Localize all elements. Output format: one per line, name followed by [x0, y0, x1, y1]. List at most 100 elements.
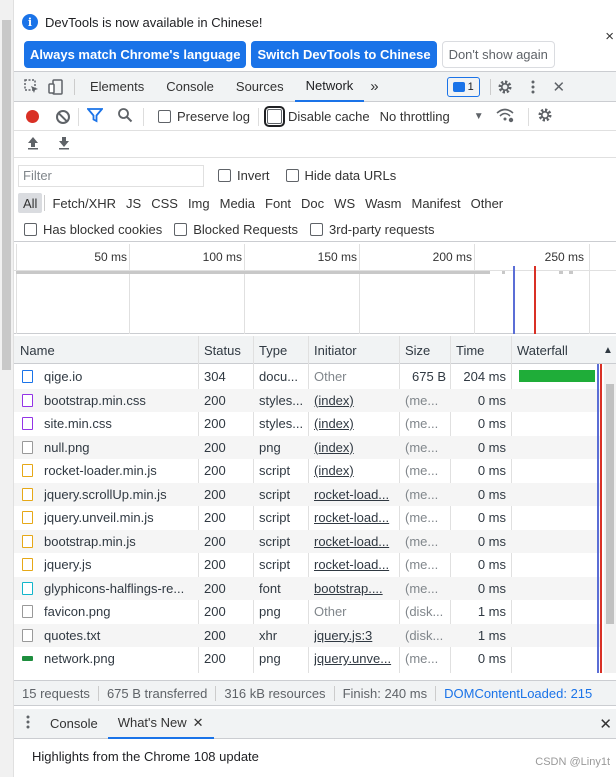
filter-funnel-icon[interactable]	[86, 107, 104, 126]
request-initiator[interactable]: rocket-load...	[314, 557, 396, 572]
tab-network[interactable]: Network	[294, 72, 365, 102]
table-row[interactable]: qige.io 304 docu... Other 675 B 204 ms	[14, 365, 600, 389]
table-row[interactable]: network.png 200 png jquery.unve... (me... 0 m…	[14, 647, 600, 671]
network-settings-gear-icon[interactable]	[537, 107, 553, 126]
header-type[interactable]: Type	[259, 343, 287, 358]
close-drawer-icon[interactable]: ✕	[599, 715, 612, 733]
request-initiator[interactable]: (index)	[314, 416, 396, 431]
import-har-icon[interactable]	[26, 136, 40, 153]
request-initiator[interactable]: jquery.js:3	[314, 628, 396, 643]
more-tabs-icon[interactable]: »	[364, 72, 384, 102]
page-scrollbar-thumb[interactable]	[2, 20, 11, 370]
issues-badge[interactable]: 1	[446, 76, 480, 97]
invert-checkbox[interactable]	[218, 169, 231, 182]
type-filter-manifest[interactable]: Manifest	[406, 193, 465, 213]
request-name[interactable]: favicon.png	[44, 604, 194, 619]
header-size[interactable]: Size	[405, 343, 430, 358]
type-filter-js[interactable]: JS	[121, 193, 146, 213]
export-har-icon[interactable]	[57, 136, 71, 153]
table-row[interactable]: jquery.unveil.min.js 200 script rocket-load…	[14, 506, 600, 530]
table-row[interactable]: quotes.txt 200 xhr jquery.js:3 (disk... 1 ms	[14, 623, 600, 647]
infobar-close-icon[interactable]: ×	[605, 28, 614, 45]
request-name[interactable]: qige.io	[44, 369, 194, 384]
drawer-tab-whats-new[interactable]: What's New ✕	[107, 709, 214, 739]
filter-input[interactable]: Filter	[18, 164, 204, 187]
tab-console[interactable]: Console	[155, 72, 225, 102]
third-party-requests-checkbox[interactable]	[310, 223, 324, 236]
table-row[interactable]: bootstrap.min.js 200 script rocket-load... (…	[14, 529, 600, 553]
timeline-overview[interactable]: 50 ms 100 ms 150 ms 200 ms 250 ms	[14, 244, 616, 334]
search-icon[interactable]	[117, 107, 133, 126]
type-filter-wasm[interactable]: Wasm	[360, 193, 406, 213]
request-name[interactable]: glyphicons-halflings-re...	[44, 581, 194, 596]
throttling-select[interactable]: No throttling	[380, 109, 450, 124]
sort-arrow-icon[interactable]: ▲	[603, 345, 613, 356]
preserve-log-checkbox[interactable]	[158, 110, 171, 123]
request-name[interactable]: jquery.unveil.min.js	[44, 510, 194, 525]
table-row[interactable]: jquery.js 200 script rocket-load... (me... 0 …	[14, 553, 600, 577]
table-row[interactable]: site.min.css 200 styles... (index) (me... 0 m…	[14, 412, 600, 436]
request-name[interactable]: network.png	[44, 651, 194, 666]
has-blocked-cookies-checkbox[interactable]	[24, 223, 37, 236]
request-name[interactable]: jquery.js	[44, 557, 194, 572]
type-filter-other[interactable]: Other	[466, 193, 509, 213]
clear-icon[interactable]	[56, 109, 70, 124]
request-name[interactable]: quotes.txt	[44, 628, 194, 643]
header-initiator[interactable]: Initiator	[314, 343, 357, 358]
table-row[interactable]: rocket-loader.min.js 200 script (index) (me.…	[14, 459, 600, 483]
table-scrollbar-thumb[interactable]	[606, 384, 614, 624]
request-name[interactable]: null.png	[44, 440, 194, 455]
type-filter-img[interactable]: Img	[183, 193, 215, 213]
tab-elements[interactable]: Elements	[79, 72, 155, 102]
tab-sources[interactable]: Sources	[225, 72, 295, 102]
page-scrollbar[interactable]	[0, 0, 14, 777]
request-initiator[interactable]: (index)	[314, 393, 396, 408]
header-waterfall[interactable]: Waterfall	[517, 343, 568, 358]
dont-show-again-button[interactable]: Don't show again	[441, 41, 555, 68]
type-filter-all[interactable]: All	[18, 193, 43, 213]
inspect-element-icon[interactable]	[22, 77, 42, 97]
request-name[interactable]: rocket-loader.min.js	[44, 463, 194, 478]
table-row[interactable]: bootstrap.min.css 200 styles... (index) (me.…	[14, 388, 600, 412]
close-tab-icon[interactable]: ✕	[193, 715, 204, 731]
request-initiator[interactable]: (index)	[314, 440, 396, 455]
settings-gear-icon[interactable]	[495, 77, 515, 97]
type-filter-media[interactable]: Media	[215, 193, 260, 213]
request-initiator[interactable]: rocket-load...	[314, 487, 396, 502]
disable-cache-checkbox[interactable]	[263, 106, 285, 127]
type-filter-doc[interactable]: Doc	[296, 193, 329, 213]
drawer-menu-icon[interactable]	[26, 715, 30, 732]
dropdown-arrow-icon[interactable]: ▼	[474, 111, 484, 122]
always-match-language-button[interactable]: Always match Chrome's language	[24, 41, 247, 68]
type-filter-ws[interactable]: WS	[329, 193, 360, 213]
table-row[interactable]: null.png 200 png (index) (me... 0 ms	[14, 435, 600, 459]
request-name[interactable]: bootstrap.min.js	[44, 534, 194, 549]
close-devtools-icon[interactable]: ✕	[549, 77, 569, 97]
request-initiator[interactable]: jquery.unve...	[314, 651, 396, 666]
request-name[interactable]: bootstrap.min.css	[44, 393, 194, 408]
table-row[interactable]: glyphicons-halflings-re... 200 font bootstr…	[14, 576, 600, 600]
table-row[interactable]: jquery.scrollUp.min.js 200 script rocket-lo…	[14, 482, 600, 506]
type-filter-font[interactable]: Font	[260, 193, 296, 213]
header-status[interactable]: Status	[204, 343, 241, 358]
type-filter-css[interactable]: CSS	[146, 193, 183, 213]
header-name[interactable]: Name	[20, 343, 55, 358]
blocked-requests-checkbox[interactable]	[174, 223, 188, 236]
table-row[interactable]: favicon.png 200 png Other (disk... 1 ms	[14, 600, 600, 624]
request-initiator[interactable]: rocket-load...	[314, 534, 396, 549]
request-initiator[interactable]: rocket-load...	[314, 510, 396, 525]
drawer-tab-console[interactable]: Console	[40, 709, 108, 739]
request-name[interactable]: site.min.css	[44, 416, 194, 431]
header-time[interactable]: Time	[456, 343, 484, 358]
table-scrollbar[interactable]	[604, 364, 616, 673]
device-toolbar-icon[interactable]	[46, 77, 66, 97]
kebab-menu-icon[interactable]	[523, 77, 543, 97]
request-initiator[interactable]: (index)	[314, 463, 396, 478]
request-initiator[interactable]: bootstrap....	[314, 581, 396, 596]
request-name[interactable]: jquery.scrollUp.min.js	[44, 487, 194, 502]
network-conditions-icon[interactable]	[496, 107, 514, 126]
hide-data-urls-checkbox[interactable]	[285, 169, 299, 182]
record-icon[interactable]	[26, 110, 39, 123]
switch-to-chinese-button[interactable]: Switch DevTools to Chinese	[251, 41, 437, 68]
type-filter-fetch-xhr[interactable]: Fetch/XHR	[47, 193, 121, 213]
